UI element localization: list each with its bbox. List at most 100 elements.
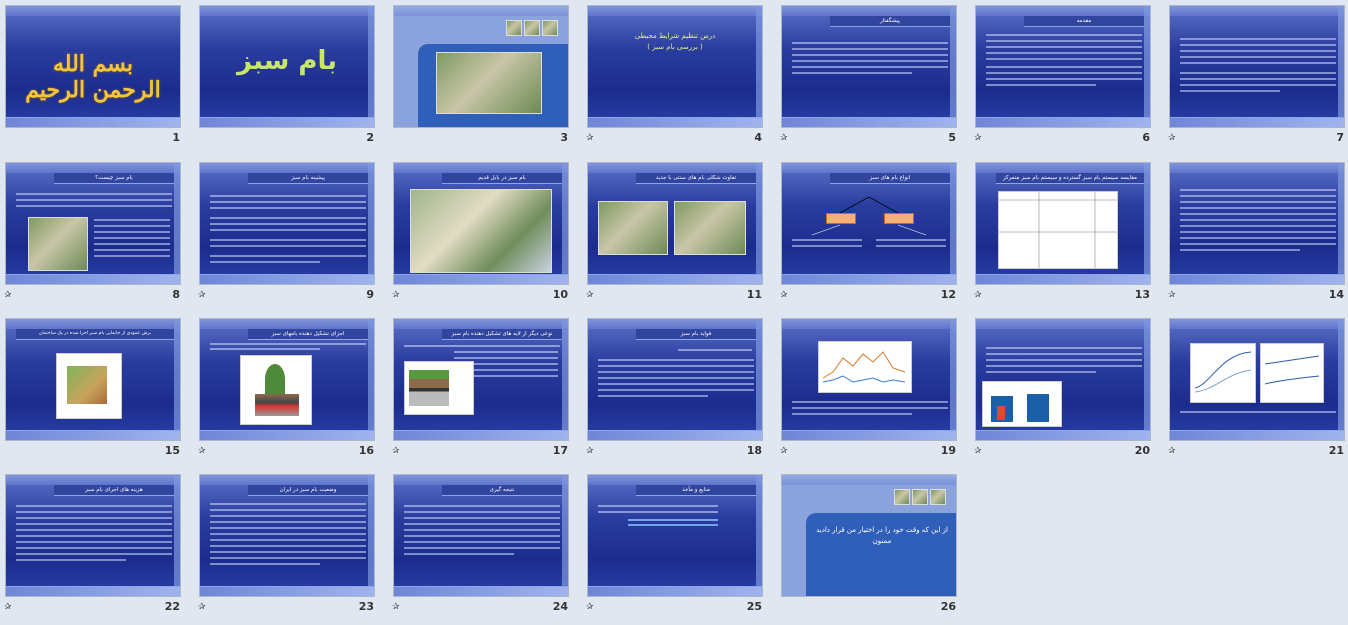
slide-17-canvas[interactable]: نوعی دیگر از لایه های تشکیل دهنده بام سب…	[394, 319, 568, 440]
thank-you-text: از این که وقت خود را در اختیار من قرار د…	[816, 526, 948, 545]
transition-star-icon[interactable]: ✰	[198, 446, 206, 456]
slide-thumbnail-19[interactable]: ✰ 19	[776, 313, 970, 469]
slide-1-canvas[interactable]: بسم الله الرحمن الرحیم	[6, 6, 180, 127]
slide-16-canvas[interactable]: اجزای تشکیل دهنده بامهای سبز	[200, 319, 374, 440]
slide-number: 12	[940, 288, 956, 301]
slide-22-canvas[interactable]: هزینه های اجرای بام سبز	[6, 475, 180, 596]
transition-star-icon[interactable]: ✰	[586, 290, 594, 300]
comparison-table	[998, 191, 1118, 269]
transition-star-icon[interactable]: ✰	[586, 602, 594, 612]
slide-thumbnail-7[interactable]: ✰ 7	[1164, 0, 1348, 156]
transition-star-icon[interactable]: ✰	[4, 290, 12, 300]
transition-star-icon[interactable]: ✰	[1168, 446, 1176, 456]
slide-23-canvas[interactable]: وضعیت بام سبز در ایران	[200, 475, 374, 596]
transition-star-icon[interactable]: ✰	[392, 290, 400, 300]
transition-star-icon[interactable]: ✰	[198, 290, 206, 300]
slide-thumbnail-11[interactable]: تفاوت شکلی بام های سنتی با جدید ✰ 11	[582, 157, 776, 313]
slide-title: مقدمه	[1024, 16, 1144, 27]
slide-thumbnail-6[interactable]: مقدمه ✰ 6	[970, 0, 1164, 156]
slide-thumbnail-25[interactable]: منابع و مآخذ ✰ 25	[582, 469, 776, 625]
slide-13-canvas[interactable]: مقایسه سیستم بام سبز گسترده و سیستم بام …	[976, 163, 1150, 284]
slide-thumbnail-4[interactable]: درس تنظیم شرایط محیطی ( بررسی بام سبز ) …	[582, 0, 776, 156]
babylon-gardens-image	[410, 189, 552, 273]
slide-thumbnail-23[interactable]: وضعیت بام سبز در ایران ✰ 23	[194, 469, 388, 625]
slide-title: برش عمودی از جانمایی بام سبز اجرا شده در…	[16, 329, 174, 340]
transition-star-icon[interactable]: ✰	[780, 133, 788, 143]
transition-star-icon[interactable]: ✰	[198, 602, 206, 612]
slide-thumbnail-17[interactable]: نوعی دیگر از لایه های تشکیل دهنده بام سب…	[388, 313, 582, 469]
slide-11-canvas[interactable]: تفاوت شکلی بام های سنتی با جدید	[588, 163, 762, 284]
transition-star-icon[interactable]: ✰	[780, 290, 788, 300]
slide-7-canvas[interactable]	[1170, 6, 1344, 127]
slide-number: 17	[552, 444, 568, 457]
slide-title: فواید بام سبز	[636, 329, 756, 340]
slide-thumbnail-14[interactable]: ✰ 14	[1164, 157, 1348, 313]
thumb-photo	[542, 20, 558, 36]
slide-thumbnail-21[interactable]: ✰ 21	[1164, 313, 1348, 469]
transition-star-icon[interactable]: ✰	[392, 446, 400, 456]
transition-star-icon[interactable]: ✰	[586, 133, 594, 143]
slide-number: 20	[1134, 444, 1150, 457]
transition-star-icon[interactable]: ✰	[780, 446, 788, 456]
slide-18-canvas[interactable]: فواید بام سبز	[588, 319, 762, 440]
slide-thumbnail-12[interactable]: انواع بام های سبز ✰ 12	[776, 157, 970, 313]
transition-star-icon[interactable]: ✰	[974, 133, 982, 143]
traditional-roof-photo	[598, 201, 668, 255]
slide-thumbnail-15[interactable]: برش عمودی از جانمایی بام سبز اجرا شده در…	[0, 313, 194, 469]
slide-title: اجزای تشکیل دهنده بامهای سبز	[248, 329, 368, 340]
slide-thumbnail-24[interactable]: نتیجه گیری ✰ 24	[388, 469, 582, 625]
slide-thumbnail-13[interactable]: مقایسه سیستم بام سبز گسترده و سیستم بام …	[970, 157, 1164, 313]
slide-title: وضعیت بام سبز در ایران	[248, 485, 368, 496]
slide-9-canvas[interactable]: پیشینه بام سبز	[200, 163, 374, 284]
slide-5-canvas[interactable]: پیشگفتار	[782, 6, 956, 127]
slide-thumbnail-22[interactable]: هزینه های اجرای بام سبز ✰ 22	[0, 469, 194, 625]
slide-thumbnail-16[interactable]: اجزای تشکیل دهنده بامهای سبز ✰ 16	[194, 313, 388, 469]
slide-10-canvas[interactable]: بام سبز در بابل قدیم	[394, 163, 568, 284]
slide-8-canvas[interactable]: بام سبز چیست؟	[6, 163, 180, 284]
slide-thumbnail-9[interactable]: پیشینه بام سبز ✰ 9	[194, 157, 388, 313]
transition-star-icon[interactable]: ✰	[1168, 133, 1176, 143]
slide-21-canvas[interactable]	[1170, 319, 1344, 440]
slide-19-canvas[interactable]	[782, 319, 956, 440]
transition-star-icon[interactable]: ✰	[586, 446, 594, 456]
slide-24-canvas[interactable]: نتیجه گیری	[394, 475, 568, 596]
slide-heading: درس تنظیم شرایط محیطی	[634, 32, 716, 40]
slide-thumbnail-18[interactable]: فواید بام سبز ✰ 18	[582, 313, 776, 469]
slide-title: منابع و مآخذ	[636, 485, 756, 496]
transition-star-icon[interactable]: ✰	[392, 602, 400, 612]
slide-12-canvas[interactable]: انواع بام های سبز	[782, 163, 956, 284]
building-diagram	[982, 381, 1062, 427]
slide-title: بام سبز چیست؟	[54, 173, 174, 184]
slide-3-canvas[interactable]	[394, 6, 568, 127]
slide-thumbnail-20[interactable]: ✰ 20	[970, 313, 1164, 469]
slide-number: 21	[1328, 444, 1344, 457]
transition-star-icon[interactable]: ✰	[974, 290, 982, 300]
slide-25-canvas[interactable]: منابع و مآخذ	[588, 475, 762, 596]
slide-thumbnail-8[interactable]: بام سبز چیست؟ ✰ 8	[0, 157, 194, 313]
slide-number: 5	[948, 131, 956, 144]
slide-thumbnail-2[interactable]: بام سبز 2	[194, 0, 388, 156]
slide-4-canvas[interactable]: درس تنظیم شرایط محیطی ( بررسی بام سبز )	[588, 6, 762, 127]
thumb-photo	[930, 489, 946, 505]
transition-star-icon[interactable]: ✰	[974, 446, 982, 456]
slide-thumbnail-5[interactable]: پیشگفتار ✰ 5	[776, 0, 970, 156]
slide-2-canvas[interactable]: بام سبز	[200, 6, 374, 127]
slide-26-canvas[interactable]: از این که وقت خود را در اختیار من قرار د…	[782, 475, 956, 596]
chart-image-left	[1190, 343, 1256, 403]
slide-number: 25	[746, 600, 762, 613]
calligraphy-image: بسم الله الرحمن الرحیم	[25, 51, 161, 103]
slide-6-canvas[interactable]: مقدمه	[976, 6, 1150, 127]
photo	[28, 217, 88, 271]
slide-thumbnail-26[interactable]: از این که وقت خود را در اختیار من قرار د…	[776, 469, 970, 625]
slide-14-canvas[interactable]	[1170, 163, 1344, 284]
transition-star-icon[interactable]: ✰	[4, 602, 12, 612]
slide-thumbnail-3[interactable]: 3	[388, 0, 582, 156]
slide-15-canvas[interactable]: برش عمودی از جانمایی بام سبز اجرا شده در…	[6, 319, 180, 440]
slide-number: 18	[746, 444, 762, 457]
slide-thumbnail-1[interactable]: بسم الله الرحمن الرحیم 1	[0, 0, 194, 156]
transition-star-icon[interactable]: ✰	[1168, 290, 1176, 300]
slide-thumbnail-10[interactable]: بام سبز در بابل قدیم ✰ 10	[388, 157, 582, 313]
thumb-photo	[912, 489, 928, 505]
slide-title: تفاوت شکلی بام های سنتی با جدید	[636, 173, 756, 184]
slide-20-canvas[interactable]	[976, 319, 1150, 440]
